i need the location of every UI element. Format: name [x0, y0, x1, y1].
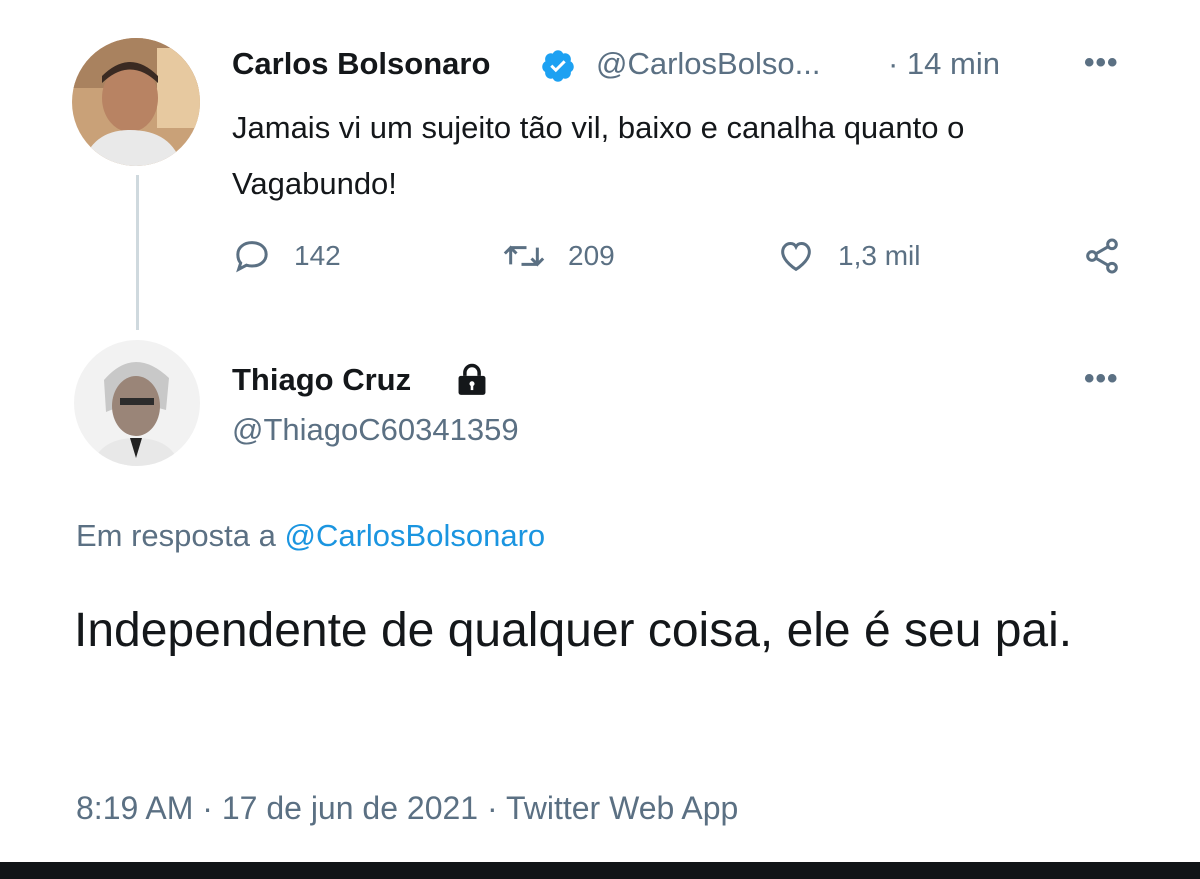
tweet-actions: 142 209 1,3 mil: [232, 236, 1132, 286]
avatar[interactable]: [72, 38, 200, 166]
thread-line: [136, 175, 139, 330]
reply-author-name[interactable]: Thiago Cruz: [232, 362, 411, 398]
bottom-bar: [0, 862, 1200, 879]
retweet-count: 209: [568, 240, 615, 271]
tweet-timestamp[interactable]: 8:19 AM · 17 de jun de 2021 · Twitter We…: [76, 790, 738, 827]
in-reply-to-prefix: Em resposta a: [76, 518, 276, 553]
tweet-time[interactable]: · 14 min: [888, 46, 1000, 82]
more-options-icon[interactable]: •••: [1084, 362, 1119, 396]
avatar-image: [74, 340, 200, 466]
like-action[interactable]: 1,3 mil: [776, 236, 920, 276]
author-name[interactable]: Carlos Bolsonaro: [232, 46, 490, 82]
reply-icon: [232, 236, 272, 276]
reply-count: 142: [294, 240, 341, 271]
retweet-icon: [502, 236, 546, 276]
share-icon: [1082, 236, 1122, 276]
more-options-icon[interactable]: •••: [1084, 46, 1119, 80]
reply-author-handle[interactable]: @ThiagoC60341359: [232, 412, 519, 448]
heart-icon: [776, 236, 816, 276]
in-reply-to-mention[interactable]: @CarlosBolsonaro: [285, 518, 546, 553]
avatar-image: [72, 38, 200, 166]
reply-text: Independente de qualquer coisa, ele é se…: [74, 604, 1073, 657]
share-action[interactable]: [1082, 236, 1122, 276]
in-reply-to: Em resposta a @CarlosBolsonaro: [76, 518, 545, 554]
like-count: 1,3 mil: [838, 240, 921, 271]
lock-icon: [452, 360, 492, 403]
tweet-text: Jamais vi um sujeito tão vil, baixo e ca…: [232, 110, 965, 201]
author-handle[interactable]: @CarlosBolso...: [596, 46, 820, 82]
verified-badge-icon: [540, 48, 576, 89]
avatar[interactable]: [74, 340, 200, 466]
retweet-action[interactable]: 209: [502, 236, 615, 276]
reply-action[interactable]: 142: [232, 236, 341, 276]
